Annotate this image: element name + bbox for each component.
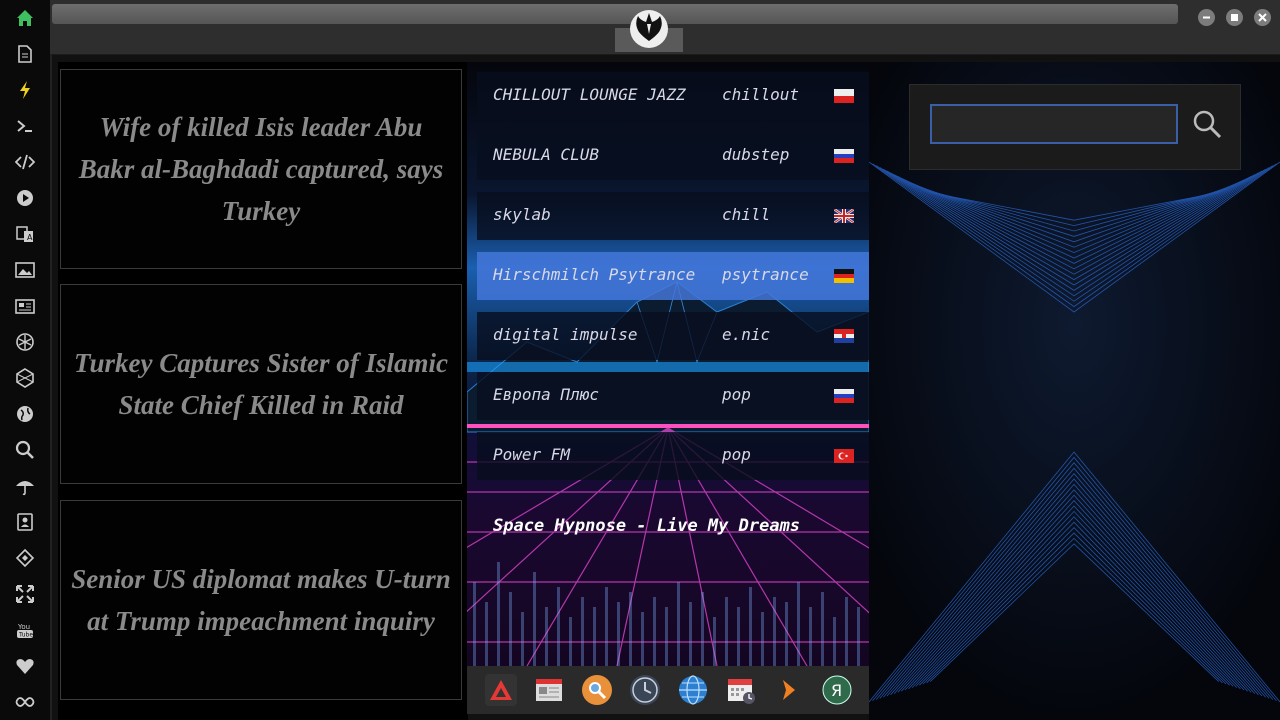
flag-pl-icon [834, 89, 854, 103]
maximize-button[interactable] [1226, 9, 1243, 26]
home-icon[interactable] [13, 6, 37, 30]
station-row[interactable]: digital impulse e.nic [477, 312, 869, 360]
youtube-icon[interactable]: You Tube [13, 618, 37, 642]
station-name: CHILLOUT LOUNGE JAZZ [493, 85, 686, 104]
rebel-alliance-logo-icon [630, 10, 668, 48]
expand-icon[interactable] [13, 582, 37, 606]
station-genre: chillout [722, 85, 800, 104]
rebel-icon[interactable] [13, 330, 37, 354]
station-row[interactable]: skylab chill [477, 192, 869, 240]
yandex-icon[interactable]: Я [821, 674, 853, 706]
flag-ru-icon [834, 149, 854, 163]
svg-text:Я: Я [831, 681, 842, 700]
clock-icon[interactable] [629, 674, 661, 706]
address-bar[interactable] [52, 4, 1178, 24]
svg-text:Tube: Tube [18, 632, 33, 639]
bolt-icon[interactable] [13, 78, 37, 102]
svg-text:You: You [17, 623, 30, 631]
minimize-button[interactable] [1198, 9, 1215, 26]
search-icon[interactable] [1190, 107, 1224, 141]
station-genre: e.nic [722, 325, 771, 344]
station-row[interactable]: CHILLOUT LOUNGE JAZZ chillout [477, 72, 869, 120]
infinity-icon[interactable] [13, 690, 37, 714]
station-genre: psytrance [722, 265, 809, 284]
right-area [869, 62, 1280, 720]
sidebar: A You Tube [0, 0, 52, 720]
station-name: digital impulse [493, 325, 638, 344]
contacts-icon[interactable] [13, 510, 37, 534]
close-button[interactable] [1254, 9, 1271, 26]
top-bar [50, 0, 1280, 55]
search-box [909, 84, 1241, 170]
news-headline: Turkey Captures Sister of Islamic State … [73, 348, 449, 420]
svg-text:A: A [27, 233, 33, 242]
code-icon[interactable] [13, 150, 37, 174]
radio-panel: CHILLOUT LOUNGE JAZZ chillout NEBULA CLUB d… [467, 62, 869, 666]
station-row[interactable]: Hirschmilch Psytrance psytrance [477, 252, 869, 300]
globe-icon[interactable] [13, 402, 37, 426]
hexagon-icon[interactable] [13, 366, 37, 390]
news-card[interactable]: Senior US diplomat makes U-turn at Trump… [60, 500, 462, 700]
tag-icon[interactable] [13, 546, 37, 570]
heart-icon[interactable] [13, 654, 37, 678]
station-row[interactable]: Power FM pop [477, 432, 869, 480]
play-icon[interactable] [13, 186, 37, 210]
station-genre: dubstep [722, 145, 790, 164]
flag-ru-icon [834, 389, 854, 403]
now-playing-title: Space Hypnose - Live My Dreams [493, 516, 801, 536]
dock: Я [467, 666, 869, 714]
news-reader-icon[interactable] [533, 674, 565, 706]
newspaper-icon[interactable] [13, 294, 37, 318]
news-card[interactable]: Turkey Captures Sister of Islamic State … [60, 284, 462, 484]
station-row[interactable]: NEBULA CLUB dubstep [477, 132, 869, 180]
station-name: Hirschmilch Psytrance [493, 265, 696, 284]
calendar-icon[interactable] [725, 674, 757, 706]
news-headline: Wife of killed Isis leader Abu Bakr al-B… [78, 112, 444, 226]
news-headline: Senior US diplomat makes U-turn at Trump… [71, 564, 451, 636]
arrow-icon[interactable] [773, 674, 805, 706]
translate-icon[interactable]: A [13, 222, 37, 246]
umbrella-icon[interactable] [13, 474, 37, 498]
document-icon[interactable] [13, 42, 37, 66]
anydesk-icon[interactable] [485, 674, 517, 706]
station-genre: pop [722, 445, 751, 464]
station-genre: pop [722, 385, 751, 404]
station-row[interactable]: Европа Плюс pop [477, 372, 869, 420]
search-icon[interactable] [13, 438, 37, 462]
image-icon[interactable] [13, 258, 37, 282]
flag-tr-icon [834, 449, 854, 463]
search-input[interactable] [930, 104, 1178, 144]
station-name: NEBULA CLUB [493, 145, 599, 164]
news-panel: Wife of killed Isis leader Abu Bakr al-B… [58, 62, 468, 720]
news-card[interactable]: Wife of killed Isis leader Abu Bakr al-B… [60, 69, 462, 269]
station-name: Power FM [493, 445, 571, 464]
flag-gb-icon [834, 209, 854, 223]
search-tool-icon[interactable] [581, 674, 613, 706]
station-name: skylab [493, 205, 551, 224]
station-name: Европа Плюс [493, 385, 599, 404]
station-genre: chill [722, 205, 771, 224]
flag-hr-icon [834, 329, 854, 343]
browser-icon[interactable] [677, 674, 709, 706]
flag-de-icon [834, 269, 854, 283]
terminal-icon[interactable] [13, 114, 37, 138]
